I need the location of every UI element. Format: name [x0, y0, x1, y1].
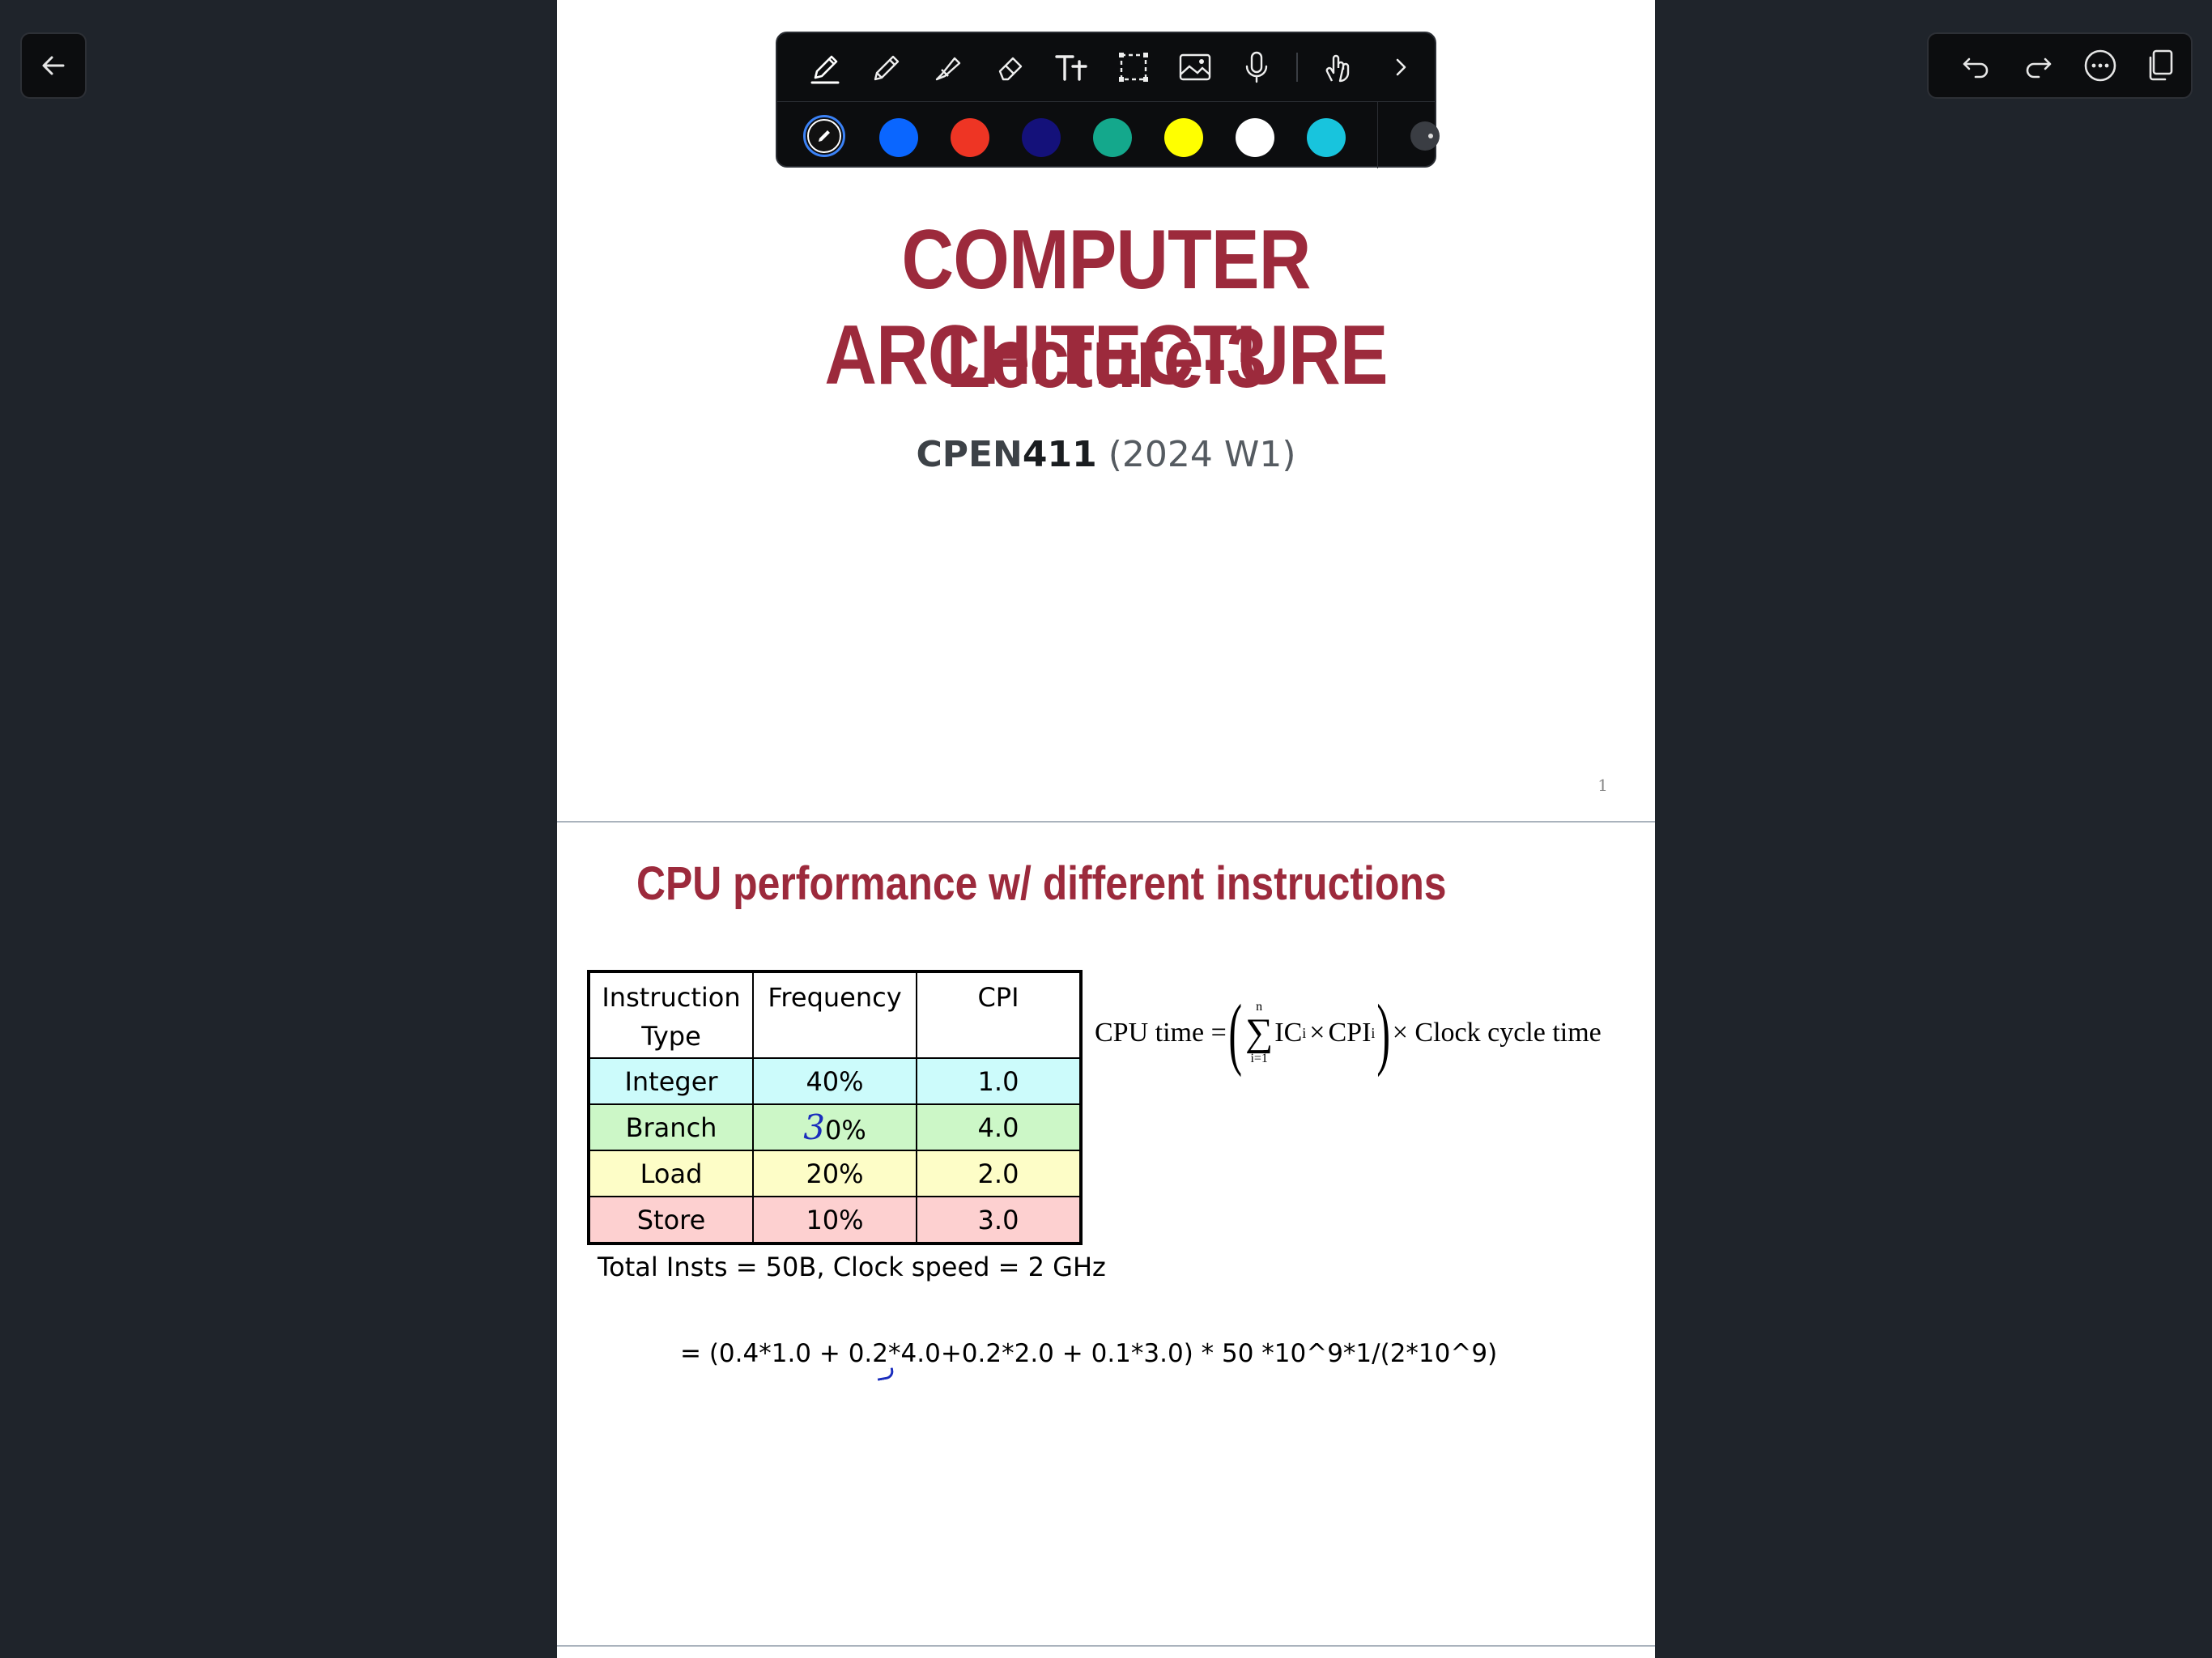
pencil-icon — [819, 130, 830, 142]
page-number: 1 — [1597, 776, 1608, 795]
calculation-text: = (0.4*1.0 + 0.2*4.0+0.2*2.0 + 0.1*3.0) … — [680, 1339, 1497, 1368]
highlighter-icon — [935, 57, 961, 81]
color-row — [777, 101, 1440, 168]
totals-text: Total Insts = 50B, Clock speed = 2 GHz — [598, 1252, 1106, 1282]
text-icon — [1055, 55, 1087, 81]
calc-part: *4.0+0.2*2.0 + 0.1*3.0) * 50 *10^9*1/(2*… — [888, 1339, 1498, 1368]
sigma-symbol: ∑ — [1245, 1011, 1274, 1054]
image-tool[interactable] — [1176, 48, 1214, 87]
cpu-time-formula: CPU time = ( n ∑ i=1 IC i × CPI i ) × Cloc… — [1095, 993, 1602, 1073]
toolbar-divider — [1296, 53, 1298, 82]
expand-toolbar-button[interactable] — [1381, 48, 1420, 87]
arrow-left-icon — [42, 56, 65, 75]
course-subtitle: CPEN411 (2024 W1) — [557, 434, 1655, 475]
microphone-tool[interactable] — [1237, 48, 1276, 87]
page-divider — [557, 1645, 1655, 1647]
table-header: CPI — [916, 971, 1082, 1059]
pages-copy-icon — [2149, 49, 2173, 81]
annotation-toolbar — [776, 32, 1440, 168]
table-header-row: Instruction Type Frequency CPI — [588, 971, 1082, 1059]
table-cell: 10% — [752, 1196, 917, 1244]
undo-button[interactable] — [1955, 45, 1997, 87]
times-symbol: × — [1309, 1018, 1325, 1048]
table-header: Frequency — [752, 971, 917, 1059]
table-row: Branch 30% 4.0 — [588, 1103, 1082, 1151]
color-swatch-yellow[interactable] — [1164, 118, 1203, 157]
back-button[interactable] — [20, 32, 87, 99]
highlighter-tool[interactable] — [929, 48, 968, 87]
pen-icon — [810, 55, 840, 84]
slide-title: CPU performance w/ different instruction… — [636, 857, 1447, 910]
table-cell: Load — [588, 1150, 754, 1197]
formula-lhs: CPU time = — [1095, 1018, 1227, 1048]
printed-value: 0% — [824, 1115, 866, 1146]
selection-box-icon — [1119, 53, 1148, 82]
top-right-controls — [1927, 32, 2193, 99]
lasso-select-tool[interactable] — [1114, 48, 1153, 87]
subscript-i: i — [1371, 1024, 1376, 1041]
text-tool[interactable] — [1053, 48, 1091, 87]
stroke-size-button[interactable] — [1377, 102, 1440, 168]
table-cell: 4.0 — [916, 1103, 1082, 1151]
slide-2: CPU performance w/ different instruction… — [557, 823, 1655, 1645]
eraser-tool[interactable] — [991, 48, 1030, 87]
selected-color-dot — [807, 119, 841, 153]
more-options-button[interactable] — [2079, 45, 2121, 87]
color-swatch-selected[interactable] — [803, 115, 845, 157]
calc-part: = (0.4*1.0 + 0. — [680, 1339, 873, 1368]
formula-paren-close: ) — [1376, 988, 1391, 1078]
table-cell: Store — [588, 1196, 754, 1244]
pencil-icon — [874, 55, 900, 81]
summation: n ∑ i=1 — [1245, 1001, 1273, 1065]
stroke-size-icon — [1410, 121, 1440, 151]
color-swatch-teal[interactable] — [1093, 118, 1132, 157]
instruction-table: Instruction Type Frequency CPI Integer 4… — [587, 970, 1083, 1245]
redo-button[interactable] — [2018, 45, 2060, 87]
hand-touch-icon — [1325, 54, 1350, 83]
color-swatch-blue[interactable] — [879, 118, 918, 157]
formula-paren-open: ( — [1228, 988, 1242, 1078]
hand-touch-tool[interactable] — [1320, 48, 1359, 87]
subscript-i: i — [1302, 1024, 1307, 1041]
table-cell: Branch — [588, 1103, 754, 1151]
pencil-tool[interactable] — [868, 48, 907, 87]
term-cpi: CPI — [1328, 1018, 1372, 1048]
term-ic: IC — [1274, 1018, 1303, 1048]
course-prefix: CPEN — [916, 434, 1023, 475]
image-icon — [1179, 53, 1211, 81]
table-cell: 1.0 — [916, 1057, 1082, 1105]
table-cell: Integer — [588, 1057, 754, 1105]
table-cell: 30% — [752, 1103, 917, 1151]
sum-lower-bound: i=1 — [1250, 1052, 1268, 1065]
formula-rhs: × Clock cycle time — [1392, 1018, 1602, 1048]
table-cell: 20% — [752, 1150, 917, 1197]
color-swatch-red[interactable] — [951, 118, 989, 157]
undo-icon — [1963, 57, 1989, 79]
chevron-right-icon — [1396, 58, 1406, 76]
table-cell: 40% — [752, 1057, 917, 1105]
pen-tool[interactable] — [806, 48, 845, 87]
calc-ink-correction: 2 — [872, 1339, 889, 1368]
course-number: 411 — [1022, 434, 1097, 475]
microphone-icon — [1245, 51, 1268, 83]
table-cell: 2.0 — [916, 1150, 1082, 1197]
document-canvas[interactable]: COMPUTER ARCHITECTURE Lecture-3 CPEN411 … — [557, 0, 1655, 1658]
tool-row — [777, 33, 1435, 101]
table-row: Store 10% 3.0 — [588, 1196, 1082, 1244]
table-row: Load 20% 2.0 — [588, 1150, 1082, 1197]
table-header: Instruction Type — [588, 971, 754, 1059]
ellipsis-circle-icon — [2084, 49, 2116, 82]
color-swatch-white[interactable] — [1236, 118, 1274, 157]
color-swatch-cyan[interactable] — [1307, 118, 1346, 157]
table-row: Integer 40% 1.0 — [588, 1057, 1082, 1105]
eraser-icon — [998, 57, 1023, 81]
color-swatch-navy[interactable] — [1022, 118, 1061, 157]
redo-icon — [2026, 57, 2052, 79]
course-term: (2024 W1) — [1108, 434, 1296, 475]
slide-title-line2: Lecture-3 — [946, 312, 1267, 406]
handwritten-annotation: 3 — [803, 1107, 825, 1147]
pages-button[interactable] — [2139, 45, 2181, 87]
table-cell: 3.0 — [916, 1196, 1082, 1244]
